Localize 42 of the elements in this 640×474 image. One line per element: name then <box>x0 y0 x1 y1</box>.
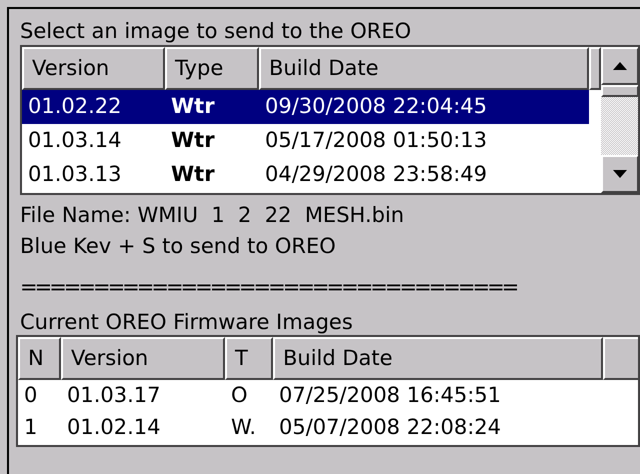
section-title: Select an image to send to the OREO <box>20 18 412 43</box>
table-cell-text: 05/17/2008 01:50:13 <box>264 127 488 154</box>
table-cell-text: Wtr <box>170 161 216 188</box>
table-cell-text: Wtr <box>170 93 216 120</box>
table-cell-text: 05/07/2008 22:08:24 <box>278 414 502 442</box>
file-name-text: File Name: WMIU 1 2 22 MESH.bin <box>20 205 406 226</box>
down-arrow-icon <box>613 170 627 178</box>
table-cell-text: 01.02.22 <box>27 93 123 120</box>
column-header[interactable]: T <box>225 337 273 380</box>
column-header[interactable]: Build Date <box>273 337 603 380</box>
image-table[interactable]: Version Type Build Date 01.02.22 Wtr 09/30/2008 22:04:45 01.03.14 Wtr 05/17/2008 01:50:13 01.03.13 Wtr 04/29/2008 23:58:49 <box>20 45 640 195</box>
table-cell-text: 09/30/2008 22:04:45 <box>264 93 488 120</box>
table-cell-text: W. <box>230 414 258 442</box>
table-cell-text: 01.02.14 <box>66 414 162 442</box>
scroll-thumb[interactable] <box>601 85 638 97</box>
column-header[interactable]: N <box>18 337 61 380</box>
column-header[interactable]: Type <box>165 47 259 90</box>
scroll-up-button[interactable] <box>601 47 638 85</box>
table-cell-text: 01.03.17 <box>66 382 162 410</box>
up-arrow-icon <box>613 62 627 70</box>
table-row[interactable]: 01.03.13 Wtr 04/29/2008 23:58:49 <box>22 158 589 192</box>
table-cell-text: O <box>230 382 249 410</box>
table-row[interactable]: 01.02.22 Wtr 09/30/2008 22:04:45 <box>22 90 589 124</box>
table-cell-text: 07/25/2008 16:45:51 <box>278 382 502 410</box>
hint-text: Blue Kev + S to send to OREO <box>20 236 337 257</box>
scroll-down-button[interactable] <box>601 155 638 193</box>
table-cell-text: 01.03.13 <box>27 161 123 188</box>
separator-text: ================================== <box>20 277 518 298</box>
scrollbar[interactable] <box>601 47 638 193</box>
table-cell-text: 0 <box>23 382 38 410</box>
column-header[interactable]: Version <box>22 47 165 90</box>
column-header[interactable]: Version <box>61 337 225 380</box>
section-title: Current OREO Firmware Images <box>20 312 354 333</box>
table-cell-text: 1 <box>23 414 38 442</box>
firmware-table[interactable]: N Version T Build Date 0 01.03.17 O 07/25/2008 16:45:51 1 01.02.14 W. 05/07/2008 22:08:24 <box>16 335 640 447</box>
column-header[interactable]: Build Date <box>259 47 589 90</box>
table-row[interactable]: 01.03.14 Wtr 05/17/2008 01:50:13 <box>22 124 589 158</box>
column-header <box>603 337 638 380</box>
table-cell-text: Wtr <box>170 127 216 154</box>
column-header <box>589 47 601 90</box>
table-cell-text: 01.03.14 <box>27 127 123 154</box>
table-cell-text: 04/29/2008 23:58:49 <box>264 161 488 188</box>
